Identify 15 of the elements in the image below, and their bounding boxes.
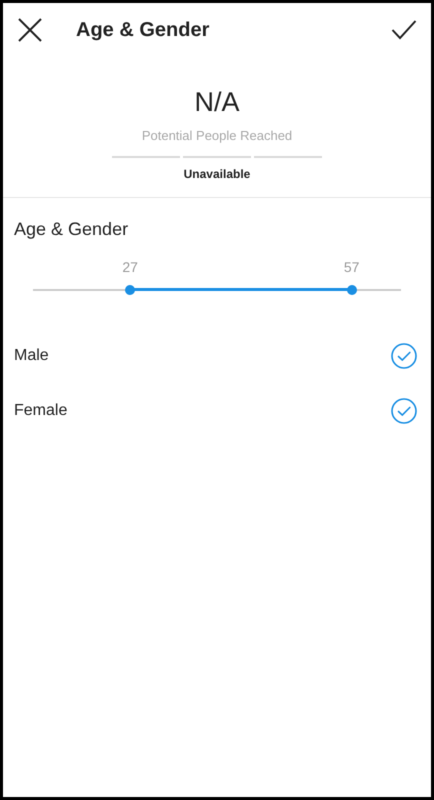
slider-thumb[interactable] [125,284,136,294]
gender-label: Male [14,346,49,366]
checkmark-icon[interactable] [391,19,417,41]
section-title: Age & Gender [13,218,130,241]
slider-thumb[interactable] [346,284,357,294]
header-title: Age & Gender [76,18,210,43]
age-value: 27 [122,258,138,276]
checkmark-circle-icon[interactable] [390,342,418,370]
checkmark-circle-icon[interactable] [390,397,418,425]
reach-status: Unavailable [184,166,250,182]
gender-label: Female [14,401,68,421]
reach-value: N/A [194,89,240,116]
reach-label: Potential People Reached [142,127,292,145]
close-icon[interactable] [17,17,43,43]
age-value: 57 [344,258,360,276]
